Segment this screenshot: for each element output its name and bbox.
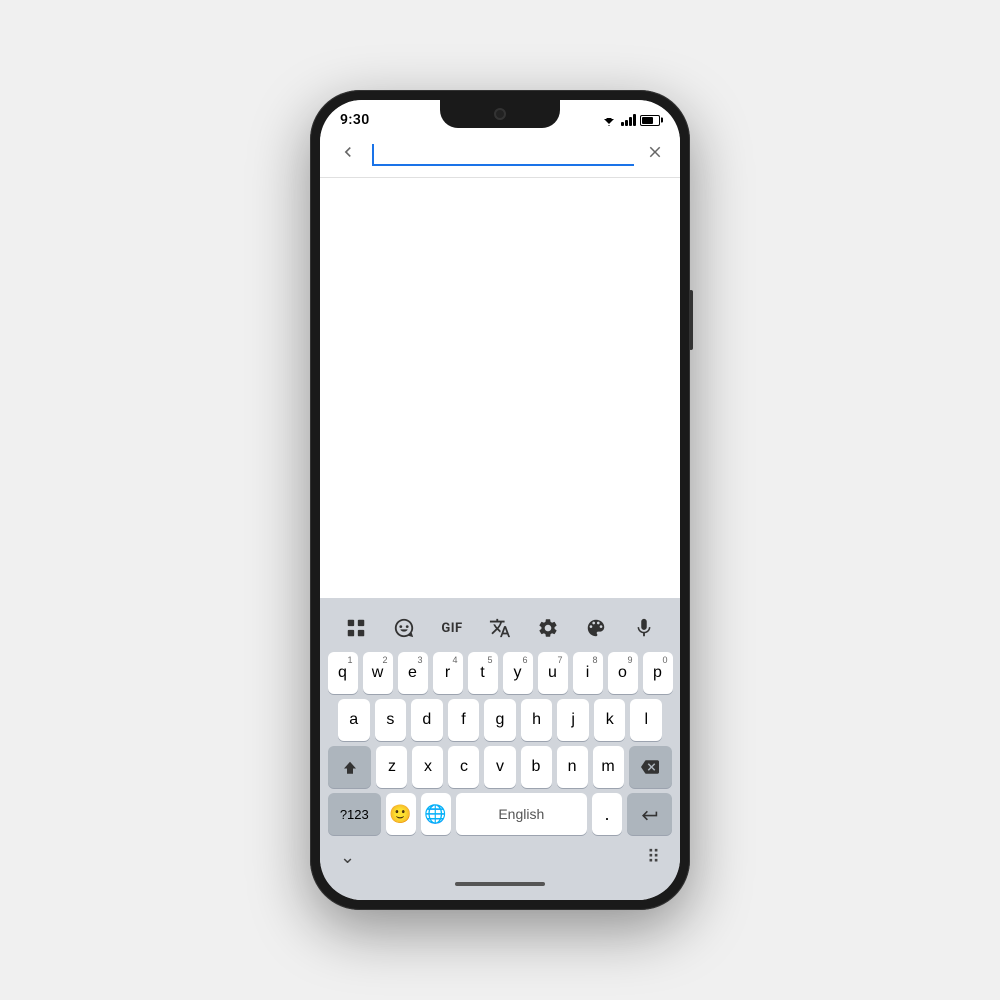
keyboard-toolbar: gif	[324, 604, 676, 652]
key-t[interactable]: t5	[468, 652, 498, 694]
key-i[interactable]: i8	[573, 652, 603, 694]
key-sym[interactable]: ?123	[328, 793, 381, 835]
key-emoji[interactable]: 🙂	[386, 793, 416, 835]
key-globe[interactable]: 🌐	[421, 793, 451, 835]
phone-screen: 9:30	[320, 100, 680, 900]
wifi-icon	[601, 114, 617, 126]
key-n[interactable]: n	[557, 746, 588, 788]
settings-icon	[537, 617, 559, 639]
status-icons	[601, 114, 660, 126]
key-z[interactable]: z	[376, 746, 407, 788]
toolbar-translate-button[interactable]	[482, 610, 518, 646]
shift-icon	[341, 758, 359, 776]
key-b[interactable]: b	[521, 746, 552, 788]
phone-frame: 9:30	[310, 90, 690, 910]
key-x[interactable]: x	[412, 746, 443, 788]
key-h[interactable]: h	[521, 699, 553, 741]
keyboard-row-3: z x c v b n m	[324, 746, 676, 788]
key-w[interactable]: w2	[363, 652, 393, 694]
keyboard: gif	[320, 598, 680, 900]
keyboard-hide-button[interactable]: ⌄	[340, 847, 355, 868]
enter-icon	[640, 806, 660, 822]
toolbar-palette-button[interactable]	[578, 610, 614, 646]
keyboard-switch-button[interactable]: ⠿	[647, 847, 660, 868]
content-area	[320, 178, 680, 598]
key-f[interactable]: f	[448, 699, 480, 741]
key-a[interactable]: a	[338, 699, 370, 741]
key-e[interactable]: e3	[398, 652, 428, 694]
toolbar-sticker-button[interactable]	[386, 610, 422, 646]
palette-icon	[585, 617, 607, 639]
key-l[interactable]: l	[630, 699, 662, 741]
key-j[interactable]: j	[557, 699, 589, 741]
mic-icon	[633, 617, 655, 639]
battery-fill	[642, 117, 653, 124]
key-y[interactable]: y6	[503, 652, 533, 694]
gif-label: gif	[441, 621, 462, 636]
key-s[interactable]: s	[375, 699, 407, 741]
sticker-icon	[393, 617, 415, 639]
toolbar-settings-button[interactable]	[530, 610, 566, 646]
key-o[interactable]: o9	[608, 652, 638, 694]
time-display: 9:30	[340, 112, 370, 128]
key-delete[interactable]	[629, 746, 672, 788]
text-cursor	[372, 144, 374, 164]
search-bar[interactable]	[320, 132, 680, 178]
signal-icon	[621, 114, 636, 126]
key-k[interactable]: k	[594, 699, 626, 741]
key-r[interactable]: r4	[433, 652, 463, 694]
search-input[interactable]	[372, 144, 634, 166]
toolbar-gif-button[interactable]: gif	[434, 610, 470, 646]
backspace-icon	[641, 758, 659, 776]
keyboard-row-1: q1 w2 e3 r4 t5 y6 u7 i8 o9 p0	[324, 652, 676, 694]
keyboard-row-4: ?123 🙂 🌐 English .	[324, 793, 676, 839]
battery-icon	[640, 115, 660, 126]
space-label: English	[498, 806, 544, 822]
notch	[440, 100, 560, 128]
camera-dot	[494, 108, 506, 120]
key-space[interactable]: English	[456, 793, 587, 835]
key-u[interactable]: u7	[538, 652, 568, 694]
apps-icon	[345, 617, 367, 639]
key-shift[interactable]	[328, 746, 371, 788]
back-button[interactable]	[336, 140, 360, 169]
bottom-nav: ⌄ ⠿	[324, 839, 676, 896]
translate-icon	[489, 617, 511, 639]
close-button[interactable]	[646, 143, 664, 166]
keyboard-row-2: a s d f g h j k l	[324, 699, 676, 741]
toolbar-apps-button[interactable]	[338, 610, 374, 646]
side-button	[689, 290, 693, 350]
toolbar-mic-button[interactable]	[626, 610, 662, 646]
key-period[interactable]: .	[592, 793, 622, 835]
key-q[interactable]: q1	[328, 652, 358, 694]
home-indicator	[455, 882, 545, 886]
key-enter[interactable]	[627, 793, 672, 835]
key-m[interactable]: m	[593, 746, 624, 788]
battery-tip	[661, 118, 663, 123]
key-c[interactable]: c	[448, 746, 479, 788]
key-v[interactable]: v	[484, 746, 515, 788]
status-bar: 9:30	[320, 100, 680, 132]
key-p[interactable]: p0	[643, 652, 673, 694]
key-g[interactable]: g	[484, 699, 516, 741]
key-d[interactable]: d	[411, 699, 443, 741]
